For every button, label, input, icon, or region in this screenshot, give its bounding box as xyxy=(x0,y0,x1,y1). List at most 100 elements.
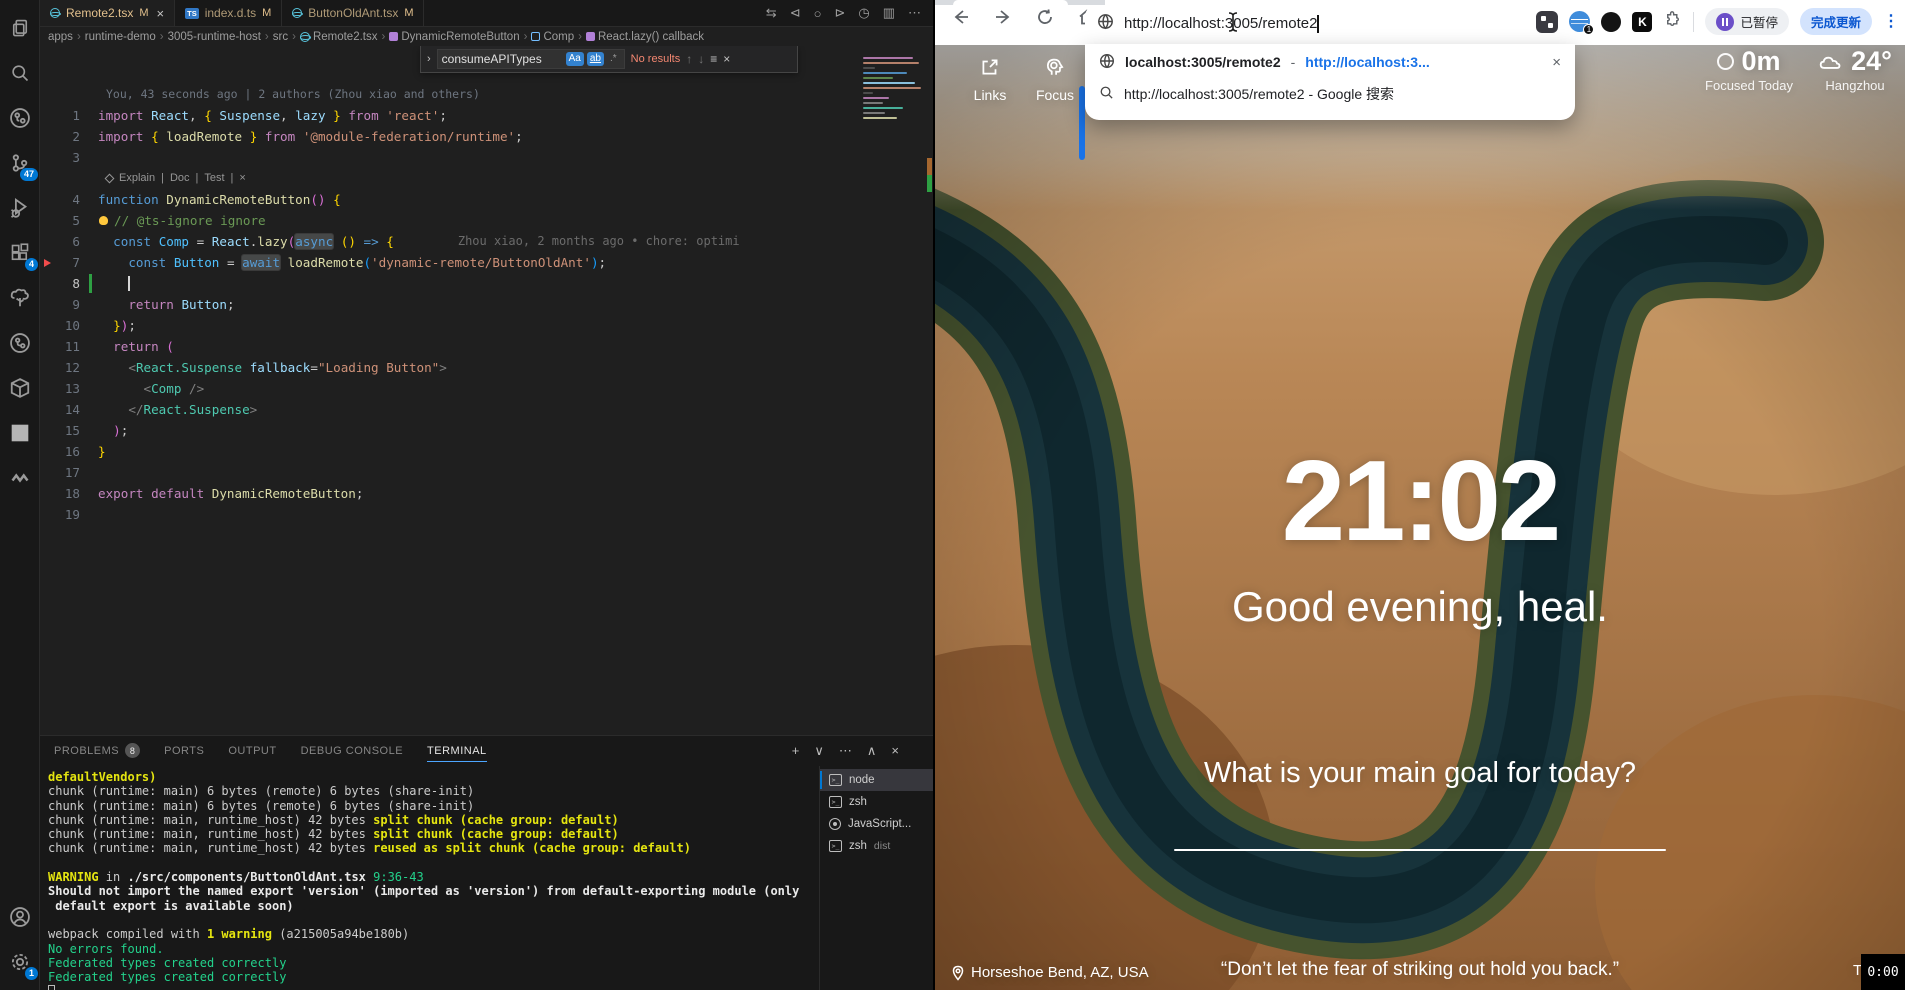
breadcrumb-item-src[interactable]: src xyxy=(273,31,288,43)
editor-cursor xyxy=(128,276,130,291)
code-line-18: 18export default DynamicRemoteButton; xyxy=(40,483,933,504)
code-line-4: 4function DynamicRemoteButton() { xyxy=(40,189,933,210)
terminal-line: No errors found. xyxy=(48,942,815,956)
lightbulb-icon[interactable] xyxy=(99,216,108,225)
code-editor[interactable]: You, 43 seconds ago | 2 authors (Zhou xi… xyxy=(40,46,933,735)
tab-ButtonOldAnt.tsx[interactable]: ButtonOldAnt.tsxM xyxy=(282,0,424,26)
focused-today-widget[interactable]: 0m Focused Today xyxy=(1693,46,1805,93)
breakpoint-marker[interactable] xyxy=(44,259,51,267)
run-debug-icon[interactable] xyxy=(0,188,40,228)
extension-darksquare-icon[interactable] xyxy=(1536,11,1558,33)
git-modified-bar xyxy=(89,274,92,293)
tab-Remote2.tsx[interactable]: Remote2.tsxM× xyxy=(40,0,175,26)
codelens-test[interactable]: Test xyxy=(204,168,224,189)
codelens-explain[interactable]: Explain xyxy=(119,168,155,189)
nav-forward-icon[interactable]: ⊳ xyxy=(834,5,845,21)
nav-dot-icon[interactable]: ○ xyxy=(814,6,822,21)
timeline-icon[interactable]: ◷ xyxy=(858,5,869,21)
source-control-icon[interactable]: 47 xyxy=(0,143,40,183)
panel-tab-terminal[interactable]: TERMINAL xyxy=(427,736,487,765)
nav-back-icon[interactable]: ⊲ xyxy=(790,5,801,21)
breadcrumb-item-runtime-demo[interactable]: runtime-demo xyxy=(85,31,156,43)
breadcrumb-item-DynamicRemoteButton[interactable]: DynamicRemoteButton xyxy=(389,31,519,43)
find-in-selection-icon[interactable]: ≡ xyxy=(710,52,717,66)
codelens-dismiss[interactable]: × xyxy=(239,168,245,189)
breadcrumb-item-React.lazy() callback[interactable]: React.lazy() callback xyxy=(586,31,704,43)
active-tab-hint[interactable] xyxy=(953,0,1068,5)
forward-button[interactable] xyxy=(993,7,1013,32)
problems-badge: 8 xyxy=(125,743,140,758)
panel-tab-debug-console[interactable]: DEBUG CONSOLE xyxy=(301,736,403,765)
codelens-doc[interactable]: Doc xyxy=(170,168,190,189)
minimap[interactable] xyxy=(863,54,925,146)
panel-more-icon[interactable]: ⋯ xyxy=(839,743,852,759)
focus-widget[interactable]: Focus xyxy=(1025,56,1085,103)
debug-terminal-icon xyxy=(829,818,841,830)
tab-strip xyxy=(935,0,1105,5)
new-terminal-icon[interactable]: + xyxy=(792,743,800,759)
panel-tab-ports[interactable]: PORTS xyxy=(164,736,204,765)
reload-button[interactable] xyxy=(1035,7,1055,32)
goal-input-underline[interactable] xyxy=(1174,849,1666,851)
omnibox[interactable]: http://localhost:3005/remote2 xyxy=(1085,3,1575,44)
cube-icon[interactable] xyxy=(0,368,40,408)
todo-tree-icon[interactable] xyxy=(0,278,40,318)
find-next-icon[interactable]: ↓ xyxy=(698,52,704,66)
editor-actions: ⇆ ⊲ ○ ⊳ ◷ ▥ ⋯ xyxy=(766,0,933,26)
squiggle-extension-icon[interactable] xyxy=(0,458,40,498)
terminal-session-zsh[interactable]: >_zshdist xyxy=(820,835,933,857)
extension-circle-icon[interactable] xyxy=(1601,12,1621,32)
extensions-puzzle-icon[interactable] xyxy=(1663,10,1682,34)
terminal-session-zsh[interactable]: >_zsh xyxy=(820,791,933,813)
omnibox-suggestion[interactable]: localhost:3005/remote2-http://localhost:… xyxy=(1085,46,1575,78)
close-panel-icon[interactable]: × xyxy=(891,743,899,759)
settings-gear-icon[interactable]: 1 xyxy=(0,942,40,982)
breadcrumb-item-Comp[interactable]: Comp xyxy=(531,31,574,43)
find-query[interactable]: consumeAPITypes xyxy=(442,52,563,66)
kagi-extension-icon[interactable]: K xyxy=(1632,12,1652,32)
find-close-icon[interactable]: × xyxy=(723,52,730,66)
compare-changes-icon[interactable]: ⇆ xyxy=(766,5,777,21)
breadcrumb-item-apps[interactable]: apps xyxy=(48,31,73,43)
gutter-decoration xyxy=(88,378,98,399)
line-number: 3 xyxy=(40,147,88,168)
terminal-dropdown-icon[interactable]: ∨ xyxy=(814,743,824,759)
find-previous-icon[interactable]: ↑ xyxy=(686,52,692,66)
paused-extension-pill[interactable]: 已暂停 xyxy=(1705,8,1789,35)
terminal-session-node[interactable]: >_node xyxy=(820,769,933,791)
grid-icon[interactable] xyxy=(0,413,40,453)
browser-menu-icon[interactable]: ⋮ xyxy=(1883,18,1893,26)
remove-suggestion-icon[interactable]: × xyxy=(1552,54,1561,71)
links-widget[interactable]: Links xyxy=(960,56,1020,103)
panel-tab-output[interactable]: OUTPUT xyxy=(228,736,276,765)
breadcrumb-item-Remote2.tsx[interactable]: Remote2.tsx xyxy=(300,31,378,43)
close-tab-icon[interactable]: × xyxy=(157,6,165,21)
url-text[interactable]: http://localhost:3005/remote2 xyxy=(1124,15,1317,32)
back-button[interactable] xyxy=(951,7,971,32)
extensions-icon[interactable]: 4 xyxy=(0,233,40,273)
maximize-panel-icon[interactable]: ∧ xyxy=(867,743,877,759)
run-circle-icon[interactable] xyxy=(0,323,40,363)
account-icon[interactable] xyxy=(0,897,40,937)
search-icon[interactable] xyxy=(0,53,40,93)
source-control-graph-icon[interactable] xyxy=(0,98,40,138)
tab-index.d.ts[interactable]: TSindex.d.tsM xyxy=(175,0,282,26)
find-input[interactable]: consumeAPITypes Aa ab .* xyxy=(437,49,625,69)
omnibox-suggestion[interactable]: http://localhost:3005/remote2 - Google 搜… xyxy=(1085,78,1575,110)
breadcrumb-item-3005-runtime-host[interactable]: 3005-runtime-host xyxy=(168,31,261,43)
match-case-button[interactable]: Aa xyxy=(566,52,584,66)
suggestion-search-icon xyxy=(1099,85,1114,103)
extension-globe-icon[interactable]: 1 xyxy=(1569,11,1590,32)
update-chrome-pill[interactable]: 完成更新 xyxy=(1800,8,1872,35)
panel-tab-problems[interactable]: PROBLEMS8 xyxy=(54,736,140,765)
session-label: zsh xyxy=(849,840,867,852)
explorer-icon[interactable] xyxy=(0,8,40,48)
weather-widget[interactable]: 24° Hangzhou xyxy=(1811,46,1899,93)
whole-word-button[interactable]: ab xyxy=(587,52,604,66)
split-editor-icon[interactable]: ▥ xyxy=(883,5,895,21)
toggle-replace-icon[interactable]: › xyxy=(427,53,431,65)
regex-button[interactable]: .* xyxy=(607,52,620,66)
terminal-output[interactable]: defaultVendors)chunk (runtime: main) 6 b… xyxy=(48,770,815,990)
terminal-session-JavaScript...[interactable]: JavaScript... xyxy=(820,813,933,835)
more-actions-icon[interactable]: ⋯ xyxy=(908,5,921,21)
